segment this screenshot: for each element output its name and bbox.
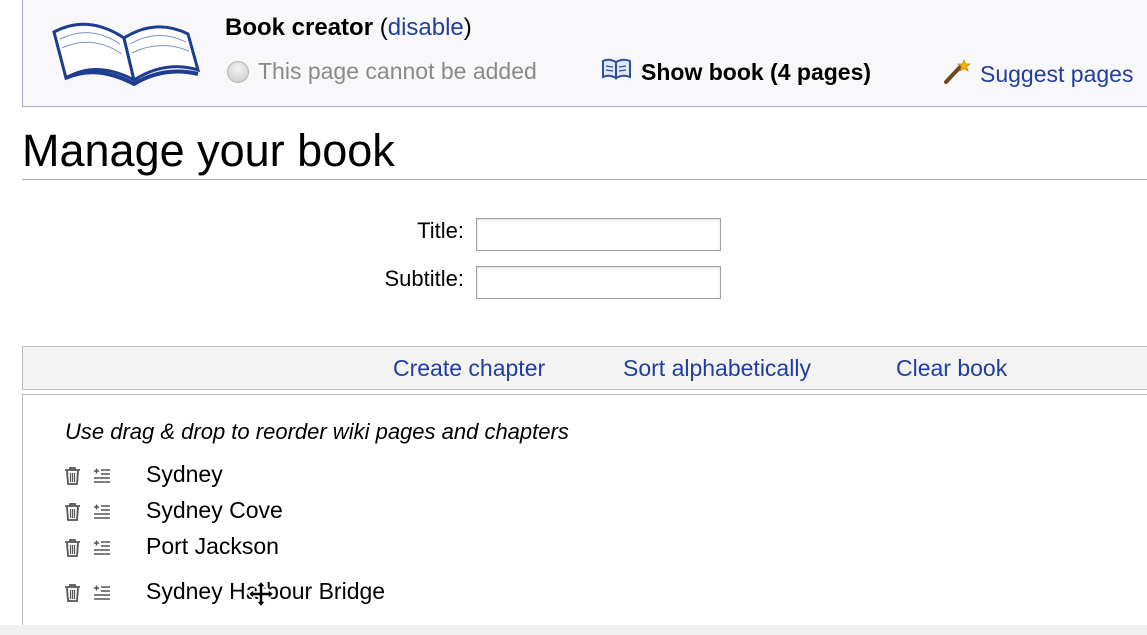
clear-book-button[interactable]: Clear book — [896, 355, 1007, 382]
add-chapter-icon[interactable] — [93, 538, 111, 561]
disable-paren-close: ) — [463, 14, 472, 41]
disable-paren-open: ( — [379, 14, 388, 41]
move-cursor-icon — [246, 579, 276, 613]
page-title: Manage your book — [22, 125, 395, 176]
item-label: Port Jackson — [146, 533, 279, 559]
page-bottom-band — [0, 625, 1147, 635]
book-items-panel: Use drag & drop to reorder wiki pages an… — [22, 394, 1147, 634]
add-chapter-icon[interactable] — [93, 583, 111, 606]
heading-divider — [22, 179, 1147, 180]
show-book-link[interactable]: Show book (4 pages) — [601, 58, 871, 86]
book-creator-box: Book creator (disable) This page cannot … — [22, 0, 1147, 107]
add-chapter-icon[interactable] — [93, 502, 111, 525]
sort-alphabetically-button[interactable]: Sort alphabetically — [623, 355, 811, 382]
subtitle-input[interactable] — [476, 266, 721, 299]
item-label: Sydney Cove — [146, 497, 283, 523]
trash-icon[interactable] — [63, 466, 82, 490]
suggest-pages-link[interactable]: Suggest pages — [943, 58, 1133, 90]
title-input[interactable] — [476, 218, 721, 251]
disable-link[interactable]: disable — [388, 14, 464, 41]
create-chapter-button[interactable]: Create chapter — [393, 355, 545, 382]
cannot-add-text: This page cannot be added — [258, 58, 537, 84]
trash-icon[interactable] — [63, 583, 82, 607]
suggest-pages-label: Suggest pages — [980, 60, 1134, 87]
book-toolbar: Create chapter Sort alphabetically Clear… — [22, 346, 1147, 390]
open-book-icon — [48, 12, 202, 87]
book-creator-title: Book creator (disable) — [225, 14, 472, 42]
title-label: Title: — [417, 218, 464, 243]
drag-drop-hint: Use drag & drop to reorder wiki pages an… — [65, 419, 569, 444]
cannot-add-item: This page cannot be added — [227, 58, 537, 85]
item-label: Sydney — [146, 461, 223, 487]
add-chapter-icon[interactable] — [93, 466, 111, 489]
trash-icon[interactable] — [63, 538, 82, 562]
book-creator-label: Book creator — [225, 14, 374, 41]
trash-icon[interactable] — [63, 502, 82, 526]
show-book-label: Show book (4 pages) — [641, 58, 872, 85]
book-icon — [601, 58, 632, 86]
subtitle-label: Subtitle: — [384, 266, 465, 291]
magic-wand-icon — [943, 58, 972, 90]
radio-disabled-icon — [227, 60, 249, 83]
